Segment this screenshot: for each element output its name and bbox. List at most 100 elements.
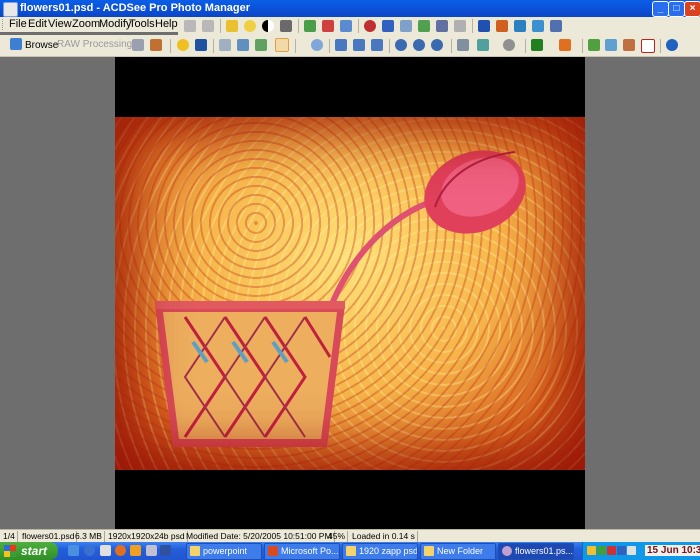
tray-icon-5[interactable]: [627, 546, 636, 555]
menu-zoom[interactable]: Zoom: [72, 18, 100, 30]
grayscale-icon[interactable]: [280, 20, 292, 32]
menu-tools[interactable]: Tools: [129, 18, 155, 30]
menu-edit[interactable]: Edit: [28, 18, 47, 30]
menu-view[interactable]: View: [48, 18, 72, 30]
status-bar: 1/4 flowers01.psd 6.3 MB 1920x1920x24b p…: [0, 529, 700, 543]
close-button[interactable]: ×: [684, 1, 700, 17]
resize-icon[interactable]: [400, 20, 412, 32]
start-label: start: [21, 544, 48, 558]
zoom-in-icon[interactable]: [395, 39, 407, 51]
menu-file[interactable]: File: [9, 18, 27, 30]
task-microsoft-powerpoint[interactable]: Microsoft Po...: [264, 543, 340, 560]
status-filename: flowers01.psd: [22, 531, 78, 542]
copy-to-icon[interactable]: [605, 39, 617, 51]
folder-icon: [424, 546, 434, 556]
properties-icon[interactable]: [531, 39, 543, 51]
taskbar: start powerpoint Microsoft Po... 1920 za…: [0, 542, 700, 560]
menu-help[interactable]: Help: [155, 18, 178, 30]
contrast-icon[interactable]: [262, 20, 274, 32]
exposure-icon[interactable]: [226, 20, 238, 32]
hand-tool-icon[interactable]: [275, 38, 289, 52]
app-icon[interactable]: [3, 2, 18, 17]
fit-image-icon[interactable]: [335, 39, 347, 51]
crop-icon[interactable]: [418, 20, 430, 32]
status-zoom: 45%: [328, 531, 349, 542]
status-load-time: Loaded in 0.14 s: [352, 531, 418, 542]
delete-icon[interactable]: [641, 39, 655, 53]
levels-icon[interactable]: [322, 20, 334, 32]
tag-icon[interactable]: [559, 39, 571, 51]
firefox-icon[interactable]: [115, 545, 126, 556]
rotate-icon[interactable]: [436, 20, 448, 32]
maximize-button[interactable]: □: [668, 1, 685, 17]
magnify-icon[interactable]: [311, 39, 323, 51]
status-modified: Modified Date: 5/20/2005 10:51:00 PM: [186, 531, 335, 542]
help-icon[interactable]: [666, 39, 678, 51]
tulip-photo[interactable]: [115, 117, 585, 470]
folder-icon: [190, 546, 200, 556]
window-title: flowers01.psd - ACDSee Pro Photo Manager: [20, 2, 251, 14]
border-icon[interactable]: [514, 20, 526, 32]
browse-icon: [10, 38, 22, 50]
folder-icon: [346, 546, 356, 556]
explorer-icon[interactable]: [146, 545, 157, 556]
desktop-icon[interactable]: [68, 545, 79, 556]
clock: 15 Jun 10:38: [645, 545, 700, 556]
edit-icon[interactable]: [150, 39, 162, 51]
windows-logo-icon: [4, 545, 16, 557]
next-icon[interactable]: [237, 39, 249, 51]
status-size: 6.3 MB: [75, 531, 105, 542]
zoom-actual-icon[interactable]: [431, 39, 443, 51]
acdsee-icon: [502, 546, 512, 556]
tray-icon-3[interactable]: [607, 546, 616, 555]
curves-icon[interactable]: [340, 20, 352, 32]
raw-processing-button[interactable]: RAW Processing: [57, 39, 132, 50]
task-1920-zapp[interactable]: 1920 zapp psd: [342, 543, 418, 560]
minimize-button[interactable]: _: [652, 1, 669, 17]
task-new-folder[interactable]: New Folder: [420, 543, 496, 560]
internet-explorer-icon[interactable]: [84, 545, 95, 556]
edit-toolbar: [178, 17, 700, 35]
photoshop-icon[interactable]: [160, 545, 171, 556]
status-dimensions: 1920x1920x24b psd: [108, 531, 188, 542]
open-icon[interactable]: [177, 39, 189, 51]
start-button[interactable]: start: [0, 542, 58, 560]
tray-icon-1[interactable]: [587, 546, 596, 555]
rotate-right-icon[interactable]: [477, 39, 489, 51]
browse-button[interactable]: Browse: [10, 38, 58, 51]
frame-icon[interactable]: [550, 20, 562, 32]
text-icon[interactable]: [478, 20, 490, 32]
flip-icon[interactable]: [454, 20, 466, 32]
sharpen-icon[interactable]: [382, 20, 394, 32]
redo-icon[interactable]: [202, 20, 214, 32]
previous-icon[interactable]: [219, 39, 231, 51]
menu-grip: [2, 19, 6, 30]
tray-icon-4[interactable]: [617, 546, 626, 555]
menu-modify[interactable]: Modify: [99, 18, 131, 30]
brightness-icon[interactable]: [244, 20, 256, 32]
tray-icon-2[interactable]: [597, 546, 606, 555]
share-icon[interactable]: [623, 39, 635, 51]
task-powerpoint[interactable]: powerpoint: [186, 543, 262, 560]
system-tray: 15 Jun 10:38: [582, 542, 700, 560]
view-mode-icon[interactable]: [503, 39, 515, 51]
red-eye-icon[interactable]: [364, 20, 376, 32]
save-icon[interactable]: [195, 39, 207, 51]
fit-width-icon[interactable]: [353, 39, 365, 51]
status-index: 1/4: [3, 531, 18, 542]
effects-icon[interactable]: [496, 20, 508, 32]
move-to-icon[interactable]: [588, 39, 600, 51]
rotate-left-icon[interactable]: [457, 39, 469, 51]
zoom-out-icon[interactable]: [413, 39, 425, 51]
media-icon[interactable]: [130, 545, 141, 556]
title-bar: flowers01.psd - ACDSee Pro Photo Manager…: [0, 0, 700, 17]
vignette-icon[interactable]: [532, 20, 544, 32]
powerpoint-icon: [268, 546, 278, 556]
batch-icon[interactable]: [132, 39, 144, 51]
color-balance-icon[interactable]: [304, 20, 316, 32]
slideshow-icon[interactable]: [255, 39, 267, 51]
task-flowers01[interactable]: flowers01.ps...: [498, 543, 574, 560]
outlook-icon[interactable]: [100, 545, 111, 556]
fit-height-icon[interactable]: [371, 39, 383, 51]
undo-icon[interactable]: [184, 20, 196, 32]
